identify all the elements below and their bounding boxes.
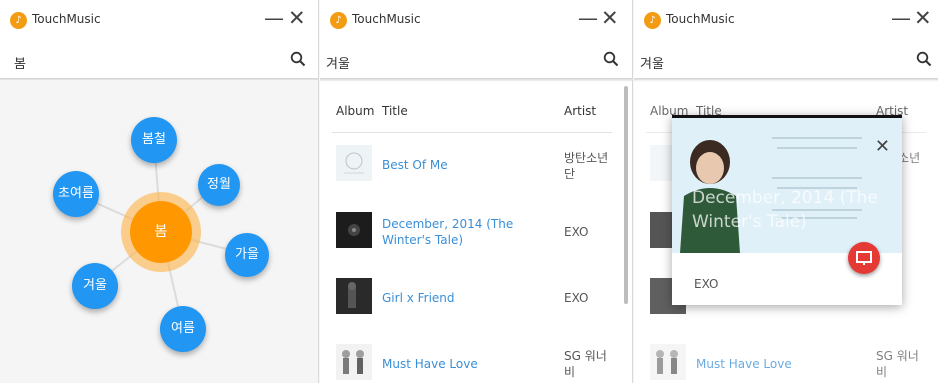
search-bar: 겨울 bbox=[634, 44, 938, 78]
album-art: December, 2014 (The Winter's Tale) ✕ bbox=[672, 115, 902, 253]
album-cover[interactable] bbox=[336, 212, 372, 248]
popup-artist: EXO bbox=[694, 277, 719, 291]
column-header-album[interactable]: Album bbox=[336, 104, 374, 118]
bubble-winter[interactable]: 겨울 bbox=[72, 263, 118, 309]
titlebar[interactable]: ♪ TouchMusic — ✕ bbox=[0, 0, 318, 40]
column-header-title[interactable]: Title bbox=[382, 104, 408, 118]
bubble-summer[interactable]: 여름 bbox=[160, 306, 206, 352]
app-title: TouchMusic bbox=[32, 12, 101, 26]
titlebar[interactable]: ♪ TouchMusic — ✕ bbox=[634, 0, 938, 40]
minimize-icon[interactable]: — bbox=[578, 8, 598, 28]
bubble-spring-season[interactable]: 봄철 bbox=[131, 117, 177, 163]
search-icon[interactable] bbox=[290, 51, 306, 67]
app-logo-icon: ♪ bbox=[10, 12, 27, 29]
search-bar: 봄 bbox=[0, 44, 318, 78]
titlebar[interactable]: ♪ TouchMusic — ✕ bbox=[320, 0, 632, 40]
center-bubble[interactable]: 봄 bbox=[130, 201, 192, 263]
close-icon[interactable]: ✕ bbox=[914, 8, 932, 29]
column-header-artist[interactable]: Artist bbox=[564, 104, 596, 118]
track-title[interactable]: Must Have Love bbox=[382, 356, 552, 372]
divider bbox=[320, 78, 632, 82]
search-icon[interactable] bbox=[916, 51, 932, 67]
track-title[interactable]: Girl x Friend bbox=[382, 290, 552, 306]
track-artist[interactable]: SG 워너비 bbox=[564, 348, 614, 380]
close-icon[interactable]: ✕ bbox=[601, 8, 619, 29]
bubble-graph: 봄 봄철 정월 초여름 가을 겨울 여름 bbox=[0, 80, 318, 383]
window-2: ♪ TouchMusic — ✕ 겨울 Album Title Artist B… bbox=[320, 0, 633, 383]
search-bar: 겨울 bbox=[320, 44, 632, 78]
play-video-button[interactable] bbox=[848, 242, 880, 274]
bubble-early-summer[interactable]: 초여름 bbox=[53, 171, 99, 217]
app-title: TouchMusic bbox=[666, 12, 735, 26]
app-title: TouchMusic bbox=[352, 12, 421, 26]
track-title[interactable]: Best Of Me bbox=[382, 157, 552, 173]
search-icon[interactable] bbox=[603, 51, 619, 67]
search-input[interactable]: 겨울 bbox=[326, 53, 350, 72]
album-cover[interactable] bbox=[336, 278, 372, 314]
app-logo-icon: ♪ bbox=[644, 12, 661, 29]
track-detail-popup: December, 2014 (The Winter's Tale) ✕ EXO bbox=[672, 115, 902, 305]
popup-track-title: December, 2014 (The Winter's Tale) bbox=[692, 188, 878, 232]
close-icon[interactable]: ✕ bbox=[288, 8, 306, 29]
bubble-autumn[interactable]: 가을 bbox=[225, 233, 269, 277]
album-cover[interactable] bbox=[336, 145, 372, 181]
bubble-january[interactable]: 정월 bbox=[198, 164, 240, 206]
minimize-icon[interactable]: — bbox=[264, 8, 284, 28]
track-title[interactable]: December, 2014 (The Winter's Tale) bbox=[382, 216, 552, 248]
track-artist[interactable]: EXO bbox=[564, 224, 588, 240]
search-input[interactable]: 봄 bbox=[14, 53, 26, 72]
close-icon[interactable]: ✕ bbox=[875, 136, 890, 157]
scrollbar[interactable] bbox=[624, 86, 628, 304]
minimize-icon[interactable]: — bbox=[891, 8, 911, 28]
track-artist[interactable]: EXO bbox=[564, 290, 588, 306]
search-input[interactable]: 겨울 bbox=[640, 53, 664, 72]
track-artist[interactable]: 방탄소년단 bbox=[564, 150, 614, 182]
app-logo-icon: ♪ bbox=[330, 12, 347, 29]
header-divider bbox=[332, 132, 612, 133]
album-cover[interactable] bbox=[336, 344, 372, 380]
screen-icon bbox=[856, 251, 872, 265]
